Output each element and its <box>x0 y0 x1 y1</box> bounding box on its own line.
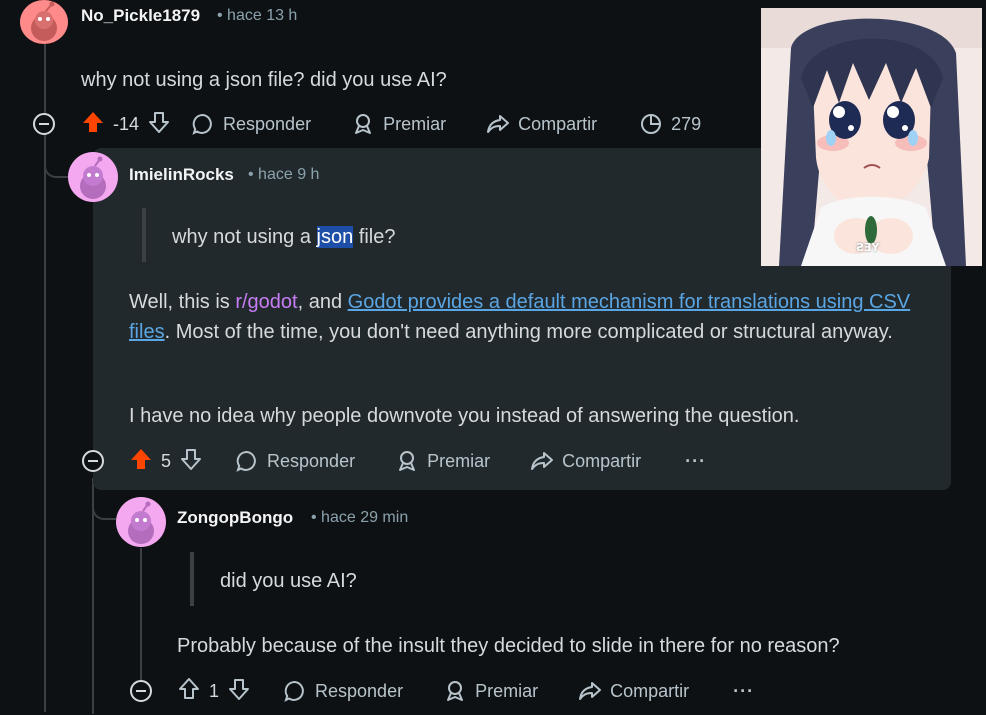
share-label: Compartir <box>610 680 690 701</box>
blockquote-bar <box>142 208 146 262</box>
reply-icon <box>192 113 212 135</box>
more-options-button[interactable]: ··· <box>685 451 706 472</box>
body-text: . Most of the time, you don't need anyth… <box>164 321 893 343</box>
share-icon <box>487 115 510 133</box>
reply-label: Responder <box>315 680 404 701</box>
views-count: 279 <box>671 113 702 134</box>
award-button[interactable]: Premiar <box>395 449 490 473</box>
upvote-icon[interactable] <box>129 447 153 476</box>
avatar[interactable] <box>68 152 118 202</box>
timestamp-text: hace 13 h <box>227 7 298 24</box>
vote-group: 1 <box>177 677 251 706</box>
score: 1 <box>209 680 220 701</box>
reply-button[interactable]: Responder <box>235 449 355 473</box>
username[interactable]: ImielinRocks <box>129 165 234 185</box>
reply-button[interactable]: Responder <box>191 112 311 136</box>
score: 5 <box>161 450 172 471</box>
share-icon <box>579 682 602 700</box>
downvote-icon[interactable] <box>147 110 171 139</box>
reply-button[interactable]: Responder <box>283 679 403 703</box>
timestamp: • hace 9 h <box>248 166 320 183</box>
image-caption: YES <box>856 241 880 254</box>
score: -14 <box>113 113 140 134</box>
timestamp: • hace 13 h <box>217 7 298 24</box>
reply-label: Responder <box>223 113 312 134</box>
vote-group: 5 <box>129 447 203 476</box>
comment-actions: 5 Responder Premiar Compartir ··· <box>129 447 706 475</box>
thread-line <box>44 44 46 712</box>
body-text: , and <box>297 291 348 313</box>
share-icon <box>531 452 554 470</box>
timestamp-text: hace 9 h <box>258 166 320 183</box>
share-label: Compartir <box>518 113 598 134</box>
upvote-icon[interactable] <box>177 677 201 706</box>
comment-body-p2: I have no idea why people downvote you i… <box>129 405 800 427</box>
insights-icon <box>641 114 662 134</box>
comment-actions: 1 Responder Premiar Compartir ··· <box>177 677 754 705</box>
award-icon <box>355 114 372 134</box>
timestamp: • hace 29 min <box>311 509 409 526</box>
award-icon <box>399 451 416 471</box>
share-button[interactable]: Compartir <box>486 112 597 136</box>
blockquote: did you use AI? <box>220 570 357 592</box>
comment-body: Probably because of the insult they deci… <box>177 635 840 657</box>
selected-text: json <box>316 226 354 248</box>
vote-group: -14 <box>81 110 171 139</box>
downvote-icon[interactable] <box>179 447 203 476</box>
more-options-button[interactable]: ··· <box>733 681 754 702</box>
reply-icon <box>236 450 256 472</box>
quote-text: file? <box>353 226 396 248</box>
downvote-icon[interactable] <box>227 677 251 706</box>
views-stat: 279 <box>639 112 701 136</box>
reply-icon <box>284 680 304 702</box>
timestamp-text: hace 29 min <box>321 509 409 526</box>
comment-actions: -14 Responder Premiar Compartir 279 <box>81 110 701 138</box>
thread-connector <box>92 490 116 520</box>
thread-line-reply <box>140 548 142 688</box>
award-label: Premiar <box>383 113 447 134</box>
award-label: Premiar <box>475 680 539 701</box>
upvote-icon[interactable] <box>81 110 105 139</box>
body-text: Well, this is <box>129 291 236 313</box>
username[interactable]: ZongopBongo <box>177 508 293 528</box>
blockquote: why not using a json file? <box>172 222 395 252</box>
anime-reaction-image: YES <box>761 8 982 266</box>
quote-text: why not using a <box>172 226 317 248</box>
reply-label: Responder <box>267 450 356 471</box>
collapse-button[interactable] <box>33 113 55 135</box>
comment-body: why not using a json file? did you use A… <box>81 69 447 91</box>
collapse-button[interactable] <box>130 680 152 702</box>
award-icon <box>447 681 464 701</box>
share-button[interactable]: Compartir <box>578 679 689 703</box>
avatar[interactable] <box>116 497 166 547</box>
award-label: Premiar <box>427 450 491 471</box>
award-button[interactable]: Premiar <box>351 112 446 136</box>
avatar[interactable] <box>20 0 68 44</box>
username[interactable]: No_Pickle1879 <box>81 6 200 26</box>
share-label: Compartir <box>562 450 642 471</box>
collapse-button[interactable] <box>82 450 104 472</box>
comment-body: Well, this is r/godot, and Godot provide… <box>129 287 919 347</box>
subreddit-link[interactable]: r/godot <box>235 291 297 313</box>
share-button[interactable]: Compartir <box>530 449 641 473</box>
award-button[interactable]: Premiar <box>443 679 538 703</box>
blockquote-bar <box>190 552 194 606</box>
